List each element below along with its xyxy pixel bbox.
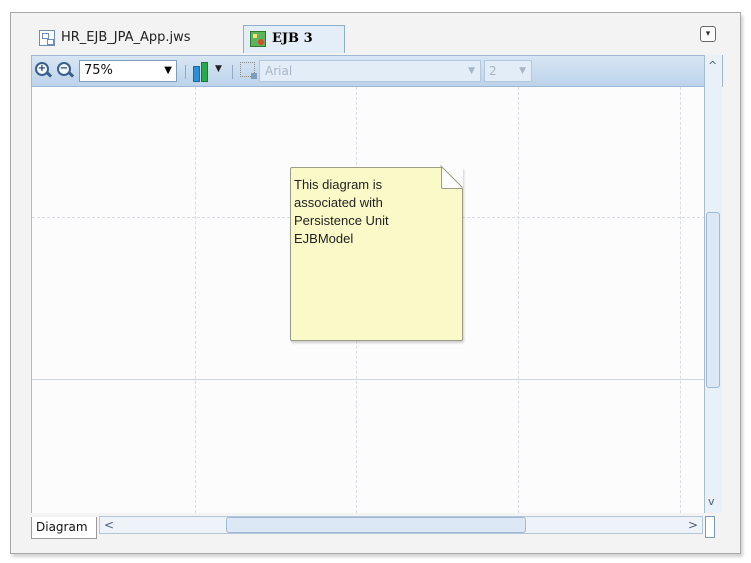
diagram-canvas[interactable]: This diagram is associated with Persiste… (31, 87, 704, 513)
scroll-down-icon[interactable]: v (708, 495, 715, 508)
workspace-icon (39, 30, 55, 46)
align-dropdown-icon[interactable]: ▼ (215, 64, 222, 74)
note-text: This diagram is associated with Persiste… (294, 176, 424, 248)
grid-line (518, 87, 519, 513)
font-size-value: 2 (489, 64, 497, 78)
zoom-level-select[interactable]: 75% ▼ (79, 60, 177, 82)
scroll-right-icon[interactable]: > (688, 517, 698, 533)
note-line: EJBModel (294, 231, 354, 246)
tab-ejb-diagram[interactable]: EJB 3 (243, 25, 345, 53)
editor-window: HR_EJB_JPA_App.jws EJB 3 ▾ + − 75% ▼ ▼ A… (10, 12, 741, 554)
horizontal-scrollbar[interactable]: < > (99, 516, 703, 534)
editor-tab-strip: HR_EJB_JPA_App.jws EJB 3 ▾ (11, 13, 740, 55)
note-line: This diagram is (294, 177, 383, 192)
font-name-value: Arial (265, 64, 293, 78)
tab-list-dropdown-icon[interactable]: ▾ (700, 26, 716, 42)
chevron-down-icon: ▼ (468, 66, 475, 76)
zoom-level-value: 75% (84, 63, 113, 78)
tab-workspace-label: HR_EJB_JPA_App.jws (61, 30, 191, 45)
ejb-diagram-icon (250, 31, 266, 47)
tab-ejb-diagram-label: EJB 3 (272, 31, 313, 46)
toolbar-separator (185, 65, 186, 79)
note-line: Persistence Unit (294, 213, 389, 228)
diagram-toolbar: + − 75% ▼ ▼ Arial ▼ 2 ▼ (31, 55, 723, 87)
zoom-in-button[interactable]: + (35, 62, 53, 80)
chevron-down-icon: ▼ (164, 65, 172, 76)
scroll-left-icon[interactable]: < (104, 517, 114, 533)
diagram-note[interactable]: This diagram is associated with Persiste… (290, 167, 463, 341)
horizontal-scroll-thumb[interactable] (226, 517, 526, 533)
scroll-up-icon[interactable]: ^ (708, 59, 717, 72)
font-size-select[interactable]: 2 ▼ (484, 60, 532, 82)
grid-line (195, 87, 196, 513)
grid-line (680, 87, 681, 513)
chevron-down-icon: ▼ (519, 66, 526, 76)
toolbar-separator (232, 65, 233, 79)
note-line: associated with (294, 195, 383, 210)
vertical-scroll-thumb[interactable] (706, 212, 720, 388)
zoom-out-button[interactable]: − (57, 62, 75, 80)
note-fold-icon (441, 167, 463, 189)
vertical-scrollbar[interactable]: ^ v (704, 55, 722, 513)
editor-bottom-bar: Diagram < > (31, 513, 723, 541)
page-boundary-line (32, 379, 704, 380)
scroll-corner (705, 516, 715, 538)
align-button[interactable] (192, 61, 212, 82)
resize-icon[interactable] (240, 62, 257, 79)
tab-workspace[interactable]: HR_EJB_JPA_App.jws (35, 25, 231, 53)
font-name-select[interactable]: Arial ▼ (259, 60, 481, 82)
tab-diagram[interactable]: Diagram (31, 517, 97, 539)
align-icon (201, 62, 208, 82)
